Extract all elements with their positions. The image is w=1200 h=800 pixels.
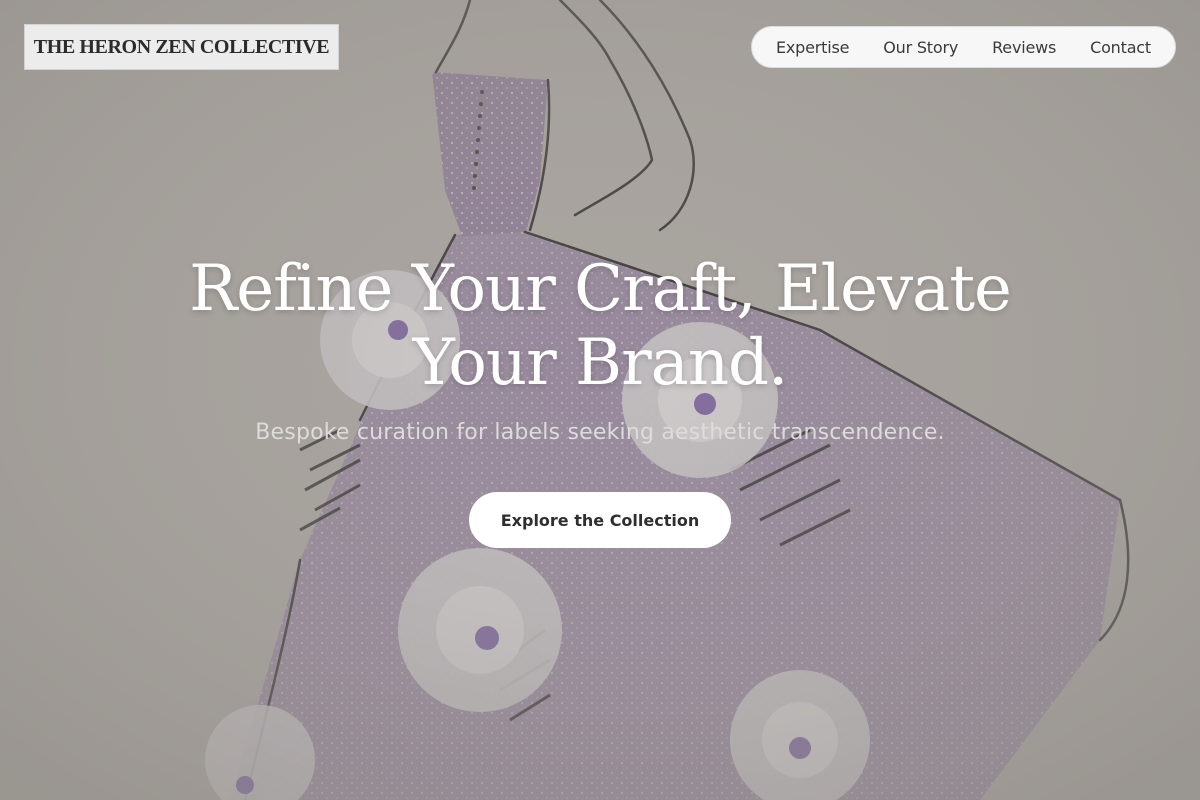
hero-background-illustration: [0, 0, 1200, 800]
brand-name: THE HERON ZEN COLLECTIVE: [33, 35, 330, 58]
main-nav: Expertise Our Story Reviews Contact: [751, 26, 1176, 68]
hero-headline-line2: Your Brand.: [412, 326, 789, 400]
hero-headline: Refine Your Craft, Elevate Your Brand.: [100, 252, 1100, 400]
hero-headline-line1: Refine Your Craft, Elevate: [189, 252, 1012, 326]
hero-subheadline: Bespoke curation for labels seeking aest…: [255, 420, 945, 445]
nav-link-contact[interactable]: Contact: [1090, 38, 1151, 57]
nav-link-reviews[interactable]: Reviews: [992, 38, 1056, 57]
explore-collection-button[interactable]: Explore the Collection: [469, 492, 731, 548]
brand-logo[interactable]: THE HERON ZEN COLLECTIVE: [24, 24, 339, 70]
nav-link-expertise[interactable]: Expertise: [776, 38, 849, 57]
nav-link-our-story[interactable]: Our Story: [883, 38, 958, 57]
